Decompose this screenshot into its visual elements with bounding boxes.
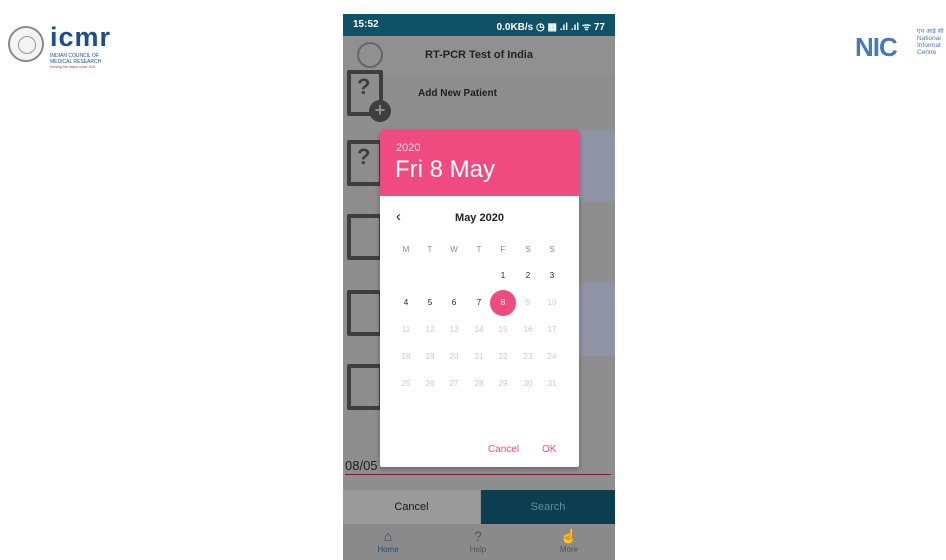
calendar-month-label: May 2020 xyxy=(455,212,504,224)
date-picker-header: 2020 Fri 8 May xyxy=(380,130,579,196)
calendar-day-disabled: 30 xyxy=(523,379,533,388)
calendar-day-selected[interactable]: 8 xyxy=(490,290,516,316)
calendar-day-disabled: 11 xyxy=(401,325,411,334)
nic-text: एन आई सी National Informat Centre xyxy=(917,28,944,56)
date-field-underline xyxy=(345,474,611,475)
nav-help-label: Help xyxy=(469,545,487,554)
dialog-cancel-button[interactable]: Cancel xyxy=(488,444,519,455)
status-bar: 15:52 0.0KB/s ◷ ▦ .ıl .ıl ᯤ 77 xyxy=(343,14,615,36)
calendar-day-disabled: 12 xyxy=(425,325,435,334)
calendar-day-disabled: 18 xyxy=(401,352,411,361)
status-indicators: 0.0KB/s ◷ ▦ .ıl .ıl ᯤ 77 xyxy=(496,22,605,33)
bottom-nav: ⌂ Home ? Help ☝ More xyxy=(343,524,615,560)
calendar-day-disabled: 28 xyxy=(474,379,484,388)
icmr-logo: icmr INDIAN COUNCIL OF MEDICAL RESEARCH … xyxy=(8,22,118,70)
nic-line-2: National xyxy=(917,35,941,42)
weekday-label: M xyxy=(402,245,410,254)
calendar-day-disabled: 23 xyxy=(523,352,533,361)
nav-more[interactable]: ☝ More xyxy=(539,527,599,554)
calendar-day[interactable]: 1 xyxy=(490,263,516,289)
calendar-day-disabled: 22 xyxy=(498,352,508,361)
weekday-label: T xyxy=(476,245,482,254)
calendar-day-disabled: 13 xyxy=(449,325,459,334)
calendar-day-disabled: 20 xyxy=(449,352,459,361)
nic-line-4: Centre xyxy=(917,49,937,56)
home-icon: ⌂ xyxy=(383,528,393,544)
weekday-label: F xyxy=(500,245,506,254)
icmr-seal-icon xyxy=(8,26,44,62)
dialog-ok-button[interactable]: OK xyxy=(542,444,556,455)
calendar-day-disabled: 25 xyxy=(401,379,411,388)
add-new-patient-label[interactable]: Add New Patient xyxy=(418,88,497,99)
nic-logo: NIC एन आई सी National Informat Centre xyxy=(855,28,946,68)
weekday-label: S xyxy=(549,245,555,254)
more-icon: ☝ xyxy=(560,528,578,544)
calendar-day-disabled: 19 xyxy=(425,352,435,361)
question-form-icon[interactable]: ? xyxy=(347,140,383,186)
date-picker-selected-date[interactable]: Fri 8 May xyxy=(395,156,495,184)
help-icon: ? xyxy=(474,528,482,544)
icmr-tagline: Serving the nation since 1911 xyxy=(50,65,96,69)
weekday-label: S xyxy=(525,245,531,254)
nav-home[interactable]: ⌂ Home xyxy=(358,527,418,554)
calendar-day-disabled: 9 xyxy=(525,298,531,307)
calendar-day-disabled: 17 xyxy=(547,325,557,334)
search-button[interactable]: Search xyxy=(481,490,615,524)
icmr-wordmark: icmr xyxy=(50,22,112,52)
nav-more-label: More xyxy=(559,545,579,554)
date-picker-year[interactable]: 2020 xyxy=(396,142,420,154)
calendar-day-disabled: 10 xyxy=(547,298,557,307)
status-time: 15:52 xyxy=(353,19,379,30)
app-title: RT-PCR Test of India xyxy=(425,49,533,61)
calendar-day[interactable]: 3 xyxy=(539,263,565,289)
calendar-day[interactable]: 7 xyxy=(466,290,492,316)
calendar-day[interactable]: 5 xyxy=(417,290,443,316)
nic-line-3: Informat xyxy=(917,42,941,49)
globe-document-icon[interactable] xyxy=(347,214,383,260)
calendar-day-disabled: 21 xyxy=(474,352,484,361)
weekday-label: W xyxy=(450,245,458,254)
globe-report-icon[interactable] xyxy=(347,364,383,410)
calendar-day-disabled: 26 xyxy=(425,379,435,388)
date-picker-dialog: 2020 Fri 8 May ‹ May 2020 MTWTFSS1234567… xyxy=(380,130,579,467)
cancel-button[interactable]: Cancel xyxy=(343,490,480,524)
calendar-day[interactable]: 4 xyxy=(393,290,419,316)
nav-help[interactable]: ? Help xyxy=(448,527,508,554)
nic-wordmark: NIC xyxy=(855,32,898,62)
app-bar: RT-PCR Test of India xyxy=(343,36,615,76)
calendar-day[interactable]: 6 xyxy=(441,290,467,316)
calendar-day[interactable]: 2 xyxy=(515,263,541,289)
document-icon[interactable] xyxy=(347,290,383,336)
calendar-day-disabled: 14 xyxy=(474,325,484,334)
calendar-day-disabled: 31 xyxy=(547,379,557,388)
calendar-day-disabled: 15 xyxy=(498,325,508,334)
weekday-label: T xyxy=(427,245,433,254)
calendar-day-disabled: 29 xyxy=(498,379,508,388)
nav-home-label: Home xyxy=(377,545,399,554)
calendar-day-disabled: 16 xyxy=(523,325,533,334)
add-patient-icon[interactable]: ? xyxy=(347,70,391,122)
calendar-day-disabled: 27 xyxy=(449,379,459,388)
nic-line-1: एन आई सी xyxy=(917,28,944,35)
date-field[interactable]: 08/05 xyxy=(345,458,378,473)
calendar-day-disabled: 24 xyxy=(547,352,557,361)
